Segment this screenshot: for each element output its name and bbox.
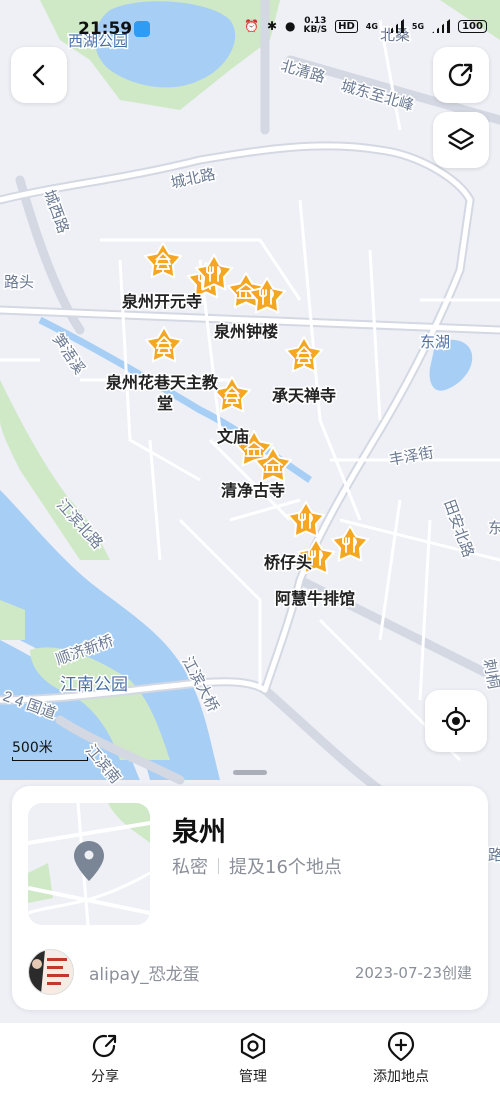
chevron-left-icon: [32, 64, 45, 86]
collection-thumbnail: [28, 803, 150, 925]
divider: [218, 858, 219, 874]
add-place-tab[interactable]: 添加地点: [341, 1031, 461, 1086]
road-label: 路: [488, 847, 500, 864]
sheet-drag-handle[interactable]: [233, 770, 267, 775]
battery-icon: 100: [458, 19, 487, 33]
status-time: 21:59: [78, 19, 133, 39]
hd-icon: HD: [335, 19, 358, 33]
place-label[interactable]: 泉州花巷天主教: [105, 372, 221, 394]
map-scale-bar: [12, 757, 88, 761]
place-label[interactable]: 承天禅寺: [271, 385, 338, 407]
signal-icon: [385, 19, 404, 33]
status-bar: 21:59 ⏰ ✱ ● 0.13 KB/S HD 4G 5G 100: [0, 0, 500, 58]
bluetooth-icon: ✱: [266, 19, 278, 33]
road-label: 路头: [4, 274, 34, 291]
app-notification-icon: [134, 21, 150, 37]
share-tab[interactable]: 分享: [45, 1031, 165, 1086]
collection-title: 泉州: [172, 817, 226, 848]
place-label[interactable]: 清净古寺: [220, 480, 287, 502]
layers-button[interactable]: [433, 112, 489, 168]
back-button[interactable]: [11, 47, 67, 103]
net-speed: 0.13 KB/S: [303, 16, 328, 35]
place-label[interactable]: 堂: [156, 393, 175, 415]
map-scale-label: 500米: [12, 740, 53, 756]
share-icon: [92, 1034, 117, 1058]
place-label[interactable]: 文庙: [216, 426, 251, 448]
system-icons: ⏰ ✱ ● 0.13 KB/S HD 4G 5G 100: [244, 17, 487, 35]
share-icon: [448, 63, 473, 87]
add-place-label: 添加地点: [373, 1069, 429, 1085]
lake-label: 东湖: [420, 334, 450, 351]
alarm-icon: ⏰: [244, 19, 259, 33]
place-label[interactable]: 阿慧牛排馆: [274, 588, 357, 610]
privacy-label: 私密: [172, 857, 208, 878]
net-5g-label: 5G: [411, 21, 425, 31]
road-label: 东: [488, 520, 500, 537]
location-icon: ●: [285, 19, 296, 33]
locate-me-button[interactable]: [425, 690, 487, 752]
layers-icon: [447, 127, 475, 151]
net-4g-label: 4G: [365, 21, 378, 31]
collection-meta: 私密 提及16个地点: [172, 853, 342, 879]
hexagon-gear-icon: [240, 1032, 266, 1060]
created-date: 2023-07-23创建: [354, 964, 472, 982]
share-label: 分享: [91, 1069, 119, 1085]
bottom-toolbar: 分享 管理 添加地点: [0, 1022, 500, 1104]
share-map-button[interactable]: [433, 47, 489, 103]
places-count: 提及16个地点: [229, 857, 342, 878]
add-location-icon: [387, 1031, 415, 1061]
avatar[interactable]: [28, 949, 74, 995]
place-label[interactable]: 泉州开元寺: [121, 291, 204, 313]
manage-label: 管理: [239, 1069, 267, 1085]
author-name[interactable]: alipay_恐龙蛋: [89, 960, 200, 985]
place-label[interactable]: 桥仔头: [263, 552, 314, 574]
crosshair-icon: [442, 707, 470, 735]
park-label: 江南公园: [60, 675, 128, 694]
signal-icon: [432, 19, 451, 33]
place-label[interactable]: 泉州钟楼: [213, 321, 280, 343]
collection-card[interactable]: 泉州 私密 提及16个地点 alipay_恐龙蛋 2023-07-23创建: [12, 786, 488, 1010]
manage-tab[interactable]: 管理: [193, 1031, 313, 1086]
